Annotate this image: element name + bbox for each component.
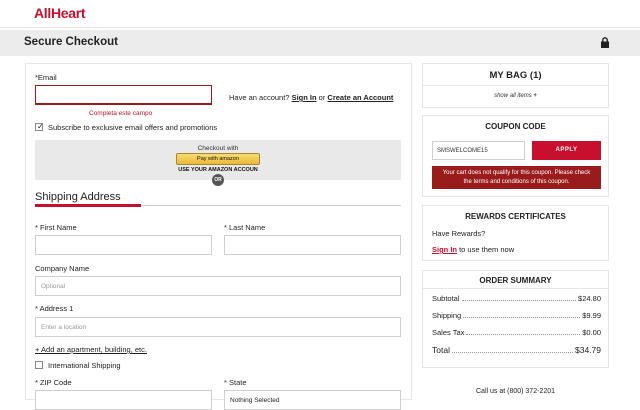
show-all-items[interactable]: show all items +	[423, 93, 608, 99]
rewards-sign-in-suffix: to use them now	[459, 245, 515, 254]
rewards-sign-in-row: Sign In to use them now	[432, 245, 514, 254]
international-checkbox[interactable]	[35, 361, 43, 369]
email-label: *Email	[35, 73, 57, 82]
amazon-pay-button[interactable]: Pay with amazon	[176, 153, 260, 165]
last-name-field[interactable]	[224, 235, 401, 255]
summary-divider	[423, 288, 608, 289]
create-account-link[interactable]: Create an Account	[327, 93, 393, 102]
first-name-field[interactable]	[35, 235, 212, 255]
first-name-label: * First Name	[35, 223, 77, 232]
state-select[interactable]: Nothing Selected	[224, 390, 401, 410]
company-label: Company Name	[35, 264, 90, 273]
amazon-title: Checkout with	[197, 145, 239, 152]
amazon-caption: USE YOUR AMAZON ACCOUN	[178, 167, 258, 173]
address1-field[interactable]: Enter a location	[35, 317, 401, 337]
state-label: * State	[224, 378, 247, 387]
subscribe-label: Subscribe to exclusive email offers and …	[48, 123, 218, 132]
rewards-sign-in-link[interactable]: Sign In	[432, 245, 457, 254]
email-field[interactable]	[35, 85, 212, 105]
add-apartment-link[interactable]: + Add an apartment, building, etc.	[35, 345, 147, 354]
shipping-address-title: Shipping Address	[35, 191, 121, 203]
plus-icon: +	[533, 93, 537, 99]
brand-logo[interactable]: AllHeart	[34, 5, 86, 21]
checkmark-icon: ✓	[37, 122, 44, 131]
show-all-label: show all items	[494, 93, 532, 99]
zip-field[interactable]	[35, 390, 212, 410]
summary-row-total: Total $34.79	[432, 345, 601, 355]
sign-in-link[interactable]: Sign In	[292, 93, 317, 102]
international-label: International Shipping	[48, 361, 121, 370]
coupon-error-message: Your cart does not qualify for this coup…	[432, 166, 601, 189]
coupon-card: COUPON CODE SMSWELCOME15 APPLY Your cart…	[422, 115, 609, 197]
subscribe-checkbox[interactable]: ✓	[35, 122, 44, 131]
rewards-card: REWARDS CERTIFICATES Have Rewards? Sign …	[422, 205, 609, 261]
coupon-title: COUPON CODE	[485, 122, 546, 131]
secure-checkout-bar: Secure Checkout	[0, 30, 640, 56]
address1-label: * Address 1	[35, 304, 74, 313]
call-us-text: Call us at (800) 372-2201	[476, 388, 555, 395]
company-field[interactable]: Optional	[35, 276, 401, 296]
rewards-title: REWARDS CERTIFICATES	[465, 212, 566, 221]
bag-title: MY BAG (1)	[489, 70, 542, 81]
zip-label: * ZIP Code	[35, 378, 72, 387]
coupon-code-field[interactable]: SMSWELCOME15	[432, 141, 525, 160]
checkout-form: *Email Completa este campo Have an accou…	[25, 63, 412, 410]
page-title: Secure Checkout	[24, 36, 118, 48]
amazon-checkout-box: Checkout with Pay with amazon USE YOUR A…	[35, 140, 401, 186]
summary-row-shipping: Shipping $9.99	[432, 311, 601, 320]
summary-row-sales-tax: Sales Tax $0.00	[432, 328, 601, 337]
bag-card: MY BAG (1) show all items +	[422, 63, 609, 108]
apply-coupon-button[interactable]: APPLY	[532, 141, 601, 160]
bag-divider	[423, 85, 608, 86]
rewards-prompt: Have Rewards?	[432, 229, 486, 238]
order-summary-card: ORDER SUMMARY Subtotal $24.80 Shipping $9.…	[422, 270, 609, 368]
account-prompt: Have an account? Sign In or Create an Ac…	[229, 93, 393, 102]
account-prompt-text: Have an account?	[229, 93, 290, 102]
lock-icon	[601, 37, 609, 48]
or-divider: OR	[212, 174, 224, 186]
or-text: or	[318, 93, 326, 102]
order-summary-title: ORDER SUMMARY	[479, 276, 552, 285]
summary-row-subtotal: Subtotal $24.80	[432, 294, 601, 303]
section-divider-accent	[35, 204, 141, 207]
top-header: AllHeart	[0, 0, 640, 28]
last-name-label: * Last Name	[224, 223, 266, 232]
email-error: Completa este campo	[89, 110, 153, 117]
